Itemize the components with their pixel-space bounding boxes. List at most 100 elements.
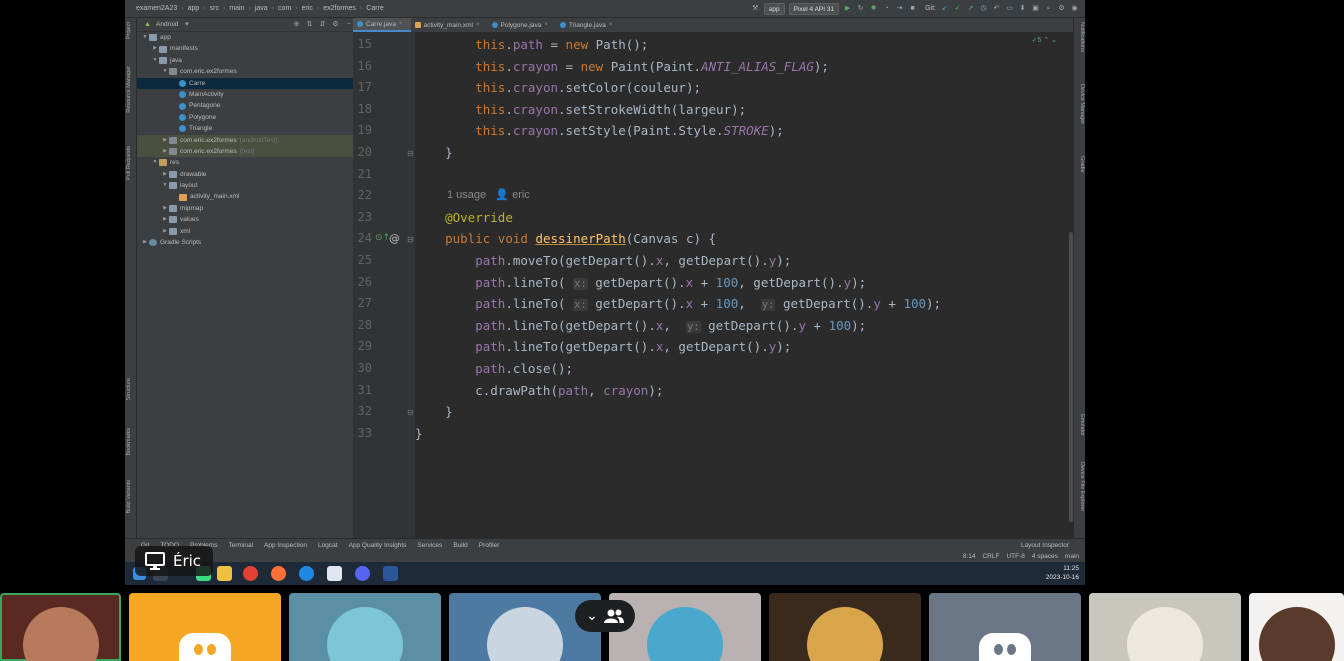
chrome-icon[interactable] [243, 566, 258, 581]
fold-marker-icon[interactable]: ⊟ [407, 408, 414, 417]
breadcrumb-item[interactable]: java [252, 5, 271, 12]
tree-item[interactable]: ▶ manifests [137, 43, 353, 54]
code-editor[interactable]: this.path = new Path(); this.crayon = ne… [415, 32, 1069, 538]
pull-requests-stripe-tab[interactable]: Pull Requests [126, 146, 136, 180]
emulator-stripe-tab[interactable]: Emulator [1075, 414, 1085, 436]
word-icon[interactable] [383, 566, 398, 581]
layout-inspector-tab[interactable]: Layout Inspector [1021, 542, 1069, 549]
tool-tab[interactable]: App Quality Insights [349, 542, 407, 549]
expand-all-icon[interactable]: ⇅ [305, 20, 314, 29]
chevron-right-icon[interactable]: ▶ [161, 169, 169, 180]
breadcrumb-item[interactable]: com [275, 5, 294, 12]
sdk-manager-icon[interactable]: ⬇ [1018, 4, 1027, 13]
structure-stripe-tab[interactable]: Structure [126, 378, 136, 400]
history-icon[interactable]: ◷ [979, 4, 988, 13]
file-explorer-icon[interactable] [217, 566, 232, 581]
chevron-down-icon[interactable]: ▾ [182, 20, 191, 29]
chevron-down-icon[interactable]: ▼ [151, 157, 159, 168]
tool-tab[interactable]: Logcat [318, 542, 338, 549]
run-config-dropdown[interactable]: app [763, 2, 785, 15]
tree-item[interactable]: ▼ layout [137, 180, 353, 191]
breadcrumb-item[interactable]: src [207, 5, 222, 12]
participant-tile[interactable] [1249, 593, 1344, 661]
chevron-down-icon[interactable]: ▼ [151, 55, 159, 66]
chevron-right-icon[interactable]: ▶ [161, 214, 169, 225]
status-item[interactable]: 8:14 [963, 552, 976, 562]
chevron-down-icon[interactable]: ▼ [161, 180, 169, 191]
tool-tab[interactable]: Profiler [479, 542, 500, 549]
participant-tile[interactable] [769, 593, 921, 661]
breadcrumb-item[interactable]: Carre [363, 5, 387, 12]
close-icon[interactable]: × [609, 22, 613, 28]
close-icon[interactable]: × [399, 21, 403, 27]
notifications-stripe-tab[interactable]: Notifications [1075, 22, 1085, 52]
chevron-down-icon[interactable]: ▼ [161, 66, 169, 77]
participant-tile[interactable] [449, 593, 601, 661]
tree-item[interactable]: ▶ com.eric.ex2formes (androidTest) [137, 134, 353, 146]
editor-tab[interactable]: Polygone.java × [488, 18, 556, 32]
breadcrumb-item[interactable]: main [226, 5, 247, 12]
stop-icon[interactable]: ■ [908, 4, 917, 13]
tree-item[interactable]: ▶ values [137, 214, 353, 225]
build-variants-stripe-tab[interactable]: Build Variants [126, 480, 136, 514]
device-dropdown[interactable]: Pixel 4 API 31 [788, 2, 840, 15]
tool-tab[interactable]: Build [453, 542, 467, 549]
ide-status-icon[interactable]: ◉ [1070, 4, 1079, 13]
breadcrumb-item[interactable]: app [185, 5, 203, 12]
inspection-widget[interactable]: ✓5 ⌃ ⌄ [1032, 36, 1057, 44]
chevron-right-icon[interactable]: ▶ [161, 135, 169, 146]
settings-gear-icon[interactable]: ⚙ [1057, 4, 1066, 13]
participant-tile[interactable] [609, 593, 761, 661]
tree-item[interactable]: Pentagone [137, 100, 353, 111]
tree-item[interactable]: ▶ drawable [137, 169, 353, 180]
annotation-at-icon[interactable]: @ [389, 232, 400, 245]
close-icon[interactable]: × [476, 22, 480, 28]
breadcrumb-item[interactable]: eric [299, 5, 316, 12]
bookmarks-stripe-tab[interactable]: Bookmarks [126, 428, 136, 456]
tree-item[interactable]: Triangle [137, 123, 353, 134]
breadcrumb-item[interactable]: examen2A23 [133, 5, 180, 12]
chevron-down-icon[interactable]: ▼ [141, 32, 149, 43]
participant-tile[interactable] [1089, 593, 1241, 661]
chevron-right-icon[interactable]: ▶ [161, 226, 169, 237]
participant-tile[interactable] [929, 593, 1081, 661]
tree-item[interactable]: ▼ res [137, 157, 353, 168]
git-update-icon[interactable]: ↙ [940, 4, 949, 13]
status-item[interactable]: main [1065, 552, 1079, 562]
close-icon[interactable]: × [544, 22, 548, 28]
device-manager-icon[interactable]: ▭ [1005, 4, 1014, 13]
status-item[interactable]: 4 spaces [1032, 552, 1058, 562]
device-manager-stripe-tab[interactable]: Device Manager [1075, 84, 1085, 124]
usage-inlay[interactable]: 1 usage 👤 eric [447, 185, 530, 207]
expand-participants-button[interactable]: ⌄ [575, 600, 635, 632]
chevron-right-icon[interactable]: ▶ [161, 146, 169, 157]
participant-tile[interactable] [0, 593, 121, 661]
status-item[interactable]: CRLF [982, 552, 999, 562]
project-stripe-tab[interactable]: Project [126, 22, 136, 39]
tree-item[interactable]: MainActivity [137, 89, 353, 100]
tree-item[interactable]: ▶ Gradle Scripts [137, 237, 353, 248]
rerun-icon[interactable]: ↻ [856, 4, 865, 13]
tree-item[interactable]: ▼ java [137, 55, 353, 66]
status-item[interactable]: UTF-8 [1006, 552, 1024, 562]
gradle-stripe-tab[interactable]: Gradle [1075, 156, 1085, 173]
tree-item[interactable]: ▼ com.eric.ex2formes [137, 66, 353, 77]
editor-tab[interactable]: Carre.java × [353, 18, 411, 32]
editor-tab[interactable]: activity_main.xml × [411, 18, 488, 32]
obs-icon[interactable] [327, 566, 342, 581]
git-commit-icon[interactable]: ✓ [953, 4, 962, 13]
discord-icon[interactable] [355, 566, 370, 581]
git-push-icon[interactable]: ↗ [966, 4, 975, 13]
rollback-icon[interactable]: ↶ [992, 4, 1001, 13]
participant-tile[interactable] [289, 593, 441, 661]
device-file-explorer-stripe-tab[interactable]: Device File Explorer [1075, 462, 1085, 511]
attach-debugger-icon[interactable]: ⇥ [895, 4, 904, 13]
tree-item[interactable]: ▶ xml [137, 226, 353, 237]
search-icon[interactable]: ⌕ [1044, 4, 1053, 13]
tool-tab[interactable]: Services [417, 542, 442, 549]
implemented-method-icon[interactable]: ⊙↑ [375, 233, 390, 243]
fold-marker-icon[interactable]: ⊟ [407, 235, 414, 244]
editor-tab[interactable]: Triangle.java × [556, 18, 621, 32]
run-icon[interactable]: ▶ [843, 4, 852, 13]
breadcrumb-item[interactable]: ex2formes [320, 5, 359, 12]
